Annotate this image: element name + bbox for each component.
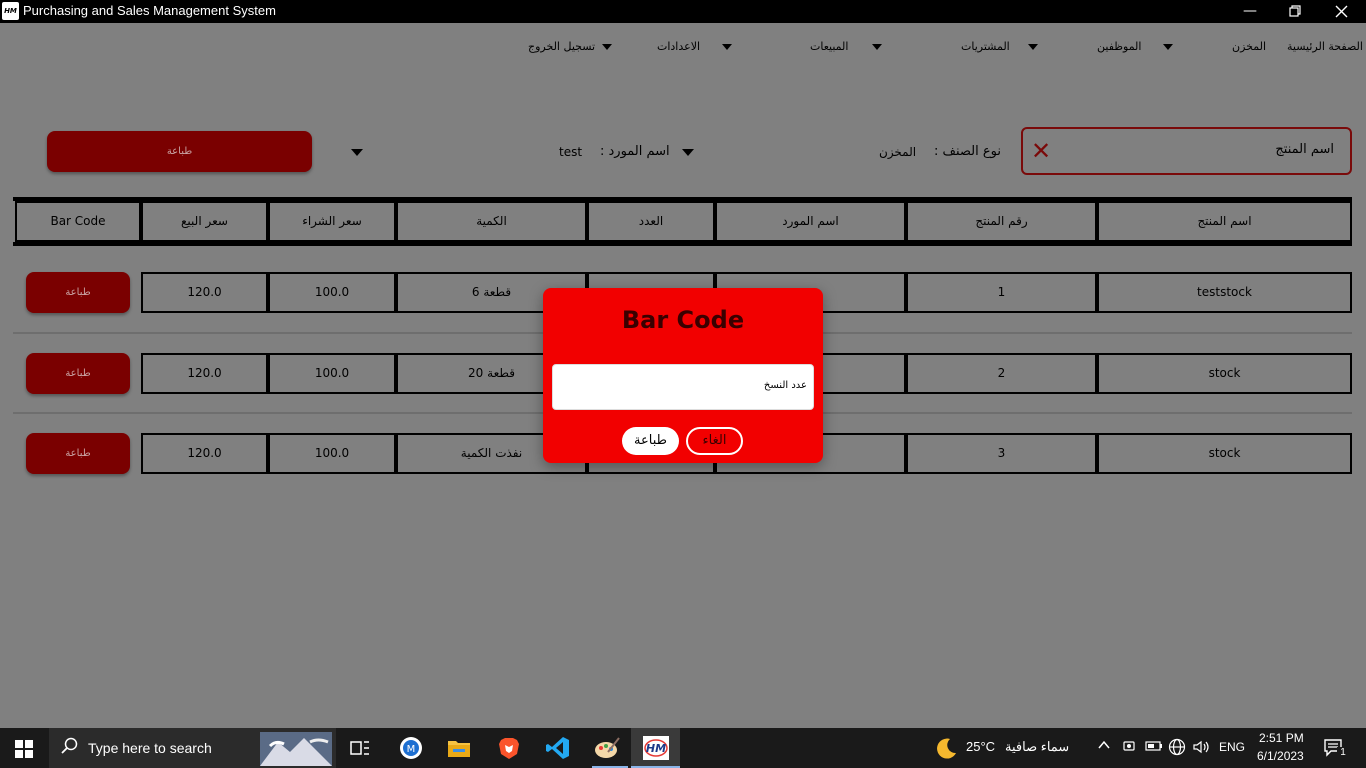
header-product-name: اسم المنتج bbox=[1097, 201, 1352, 242]
mountain-illustration-icon bbox=[260, 732, 332, 766]
volume-icon[interactable] bbox=[1192, 738, 1210, 759]
cell-product-name: teststock bbox=[1097, 272, 1352, 313]
chevron-down-icon[interactable] bbox=[1028, 44, 1038, 50]
menu-employees[interactable]: الموظفين bbox=[1097, 40, 1141, 53]
clear-icon[interactable]: ✕ bbox=[1031, 136, 1051, 166]
title-bar: HM Purchasing and Sales Management Syste… bbox=[0, 0, 1366, 23]
weather-text[interactable]: سماء صافية bbox=[1005, 739, 1069, 755]
cell-product-number: 1 bbox=[906, 272, 1097, 313]
dialog-title: Bar Code bbox=[621, 306, 745, 334]
cell-product-name: stock bbox=[1097, 433, 1352, 474]
cell-buy-price: 100.0 bbox=[268, 433, 396, 474]
windows-start-button[interactable] bbox=[15, 740, 33, 758]
menu-bar: الصفحة الرئيسية المخزن الموظفين المشتريا… bbox=[0, 23, 1366, 71]
svg-text:M: M bbox=[407, 744, 416, 755]
supplier-dropdown-icon[interactable] bbox=[682, 149, 694, 156]
temperature[interactable]: 25°C bbox=[966, 739, 995, 754]
file-explorer-icon[interactable] bbox=[447, 736, 471, 760]
paint-app-icon[interactable] bbox=[594, 736, 620, 760]
app-logo-icon: HM bbox=[2, 2, 19, 20]
header-barcode: Bar Code bbox=[15, 201, 141, 242]
search-placeholder: اسم المنتج bbox=[1275, 142, 1334, 157]
header-product-number: رقم المنتج bbox=[906, 201, 1097, 242]
search-text: Type here to search bbox=[88, 740, 212, 756]
chevron-down-icon[interactable] bbox=[1163, 44, 1173, 50]
dialog-print-button[interactable]: طباعة bbox=[622, 427, 679, 455]
cell-product-name: stock bbox=[1097, 353, 1352, 394]
category-label: نوع الصنف : bbox=[934, 144, 1001, 159]
vscode-icon[interactable] bbox=[546, 736, 570, 760]
menu-logout[interactable]: تسجيل الخروج bbox=[528, 40, 595, 53]
moon-icon bbox=[934, 736, 958, 763]
header-buy-price: سعر الشراء bbox=[268, 201, 396, 242]
menu-purchases[interactable]: المشتريات bbox=[961, 40, 1010, 53]
menu-settings[interactable]: الاعدادات bbox=[657, 40, 700, 53]
notification-count: 1 bbox=[1337, 747, 1349, 758]
close-button[interactable] bbox=[1318, 0, 1364, 23]
cell-product-number: 3 bbox=[906, 433, 1097, 474]
taskbar: Type here to search M HM 25°C سماء صافية bbox=[0, 728, 1366, 768]
cell-sell-price: 120.0 bbox=[141, 433, 268, 474]
close-icon bbox=[1335, 5, 1347, 18]
clock-date[interactable]: 6/1/2023 bbox=[1257, 749, 1304, 763]
dialog-cancel-button[interactable]: الغاء bbox=[686, 427, 743, 455]
cell-product-number: 2 bbox=[906, 353, 1097, 394]
window-title: Purchasing and Sales Management System bbox=[23, 3, 276, 18]
svg-text:HM: HM bbox=[646, 742, 666, 755]
print-button[interactable]: طباعة bbox=[47, 131, 312, 172]
restore-icon bbox=[1289, 5, 1301, 17]
cell-sell-price: 120.0 bbox=[141, 272, 268, 313]
row-print-button[interactable]: طباعة bbox=[26, 433, 130, 474]
minimize-button[interactable]: — bbox=[1227, 0, 1273, 23]
chevron-down-icon[interactable] bbox=[722, 44, 732, 50]
cell-buy-price: 100.0 bbox=[268, 272, 396, 313]
chevron-down-icon[interactable] bbox=[602, 44, 612, 50]
header-supplier: اسم المورد bbox=[715, 201, 906, 242]
brave-browser-icon[interactable] bbox=[497, 736, 521, 760]
restore-button[interactable] bbox=[1272, 0, 1318, 23]
search-icon bbox=[61, 737, 79, 759]
cell-buy-price: 100.0 bbox=[268, 353, 396, 394]
menu-sales[interactable]: المبيعات bbox=[810, 40, 848, 53]
row-print-button[interactable]: طباعة bbox=[26, 272, 130, 313]
product-search-input[interactable]: ✕ اسم المنتج bbox=[1021, 127, 1352, 175]
header-sell-price: سعر البيع bbox=[141, 201, 268, 242]
task-view-icon[interactable] bbox=[348, 736, 372, 760]
category-value: المخزن bbox=[879, 145, 917, 159]
menu-home[interactable]: الصفحة الرئيسية bbox=[1287, 40, 1363, 53]
barcode-dialog: Bar Code عدد النسخ طباعة الغاء bbox=[543, 288, 823, 463]
copies-input[interactable]: عدد النسخ bbox=[552, 364, 814, 410]
app-icon-blue-circle[interactable]: M bbox=[399, 736, 423, 760]
supplier-label: اسم المورد : bbox=[600, 144, 670, 159]
chevron-down-icon[interactable] bbox=[872, 44, 882, 50]
battery-icon[interactable] bbox=[1145, 740, 1163, 755]
network-globe-icon[interactable] bbox=[1168, 738, 1186, 759]
taskbar-search-box[interactable]: Type here to search bbox=[49, 728, 336, 768]
meet-icon[interactable] bbox=[1122, 738, 1136, 757]
menu-warehouse[interactable]: المخزن bbox=[1232, 40, 1266, 53]
language-indicator[interactable]: ENG bbox=[1219, 740, 1245, 754]
header-quantity: الكمية bbox=[396, 201, 587, 242]
print-dropdown-icon[interactable] bbox=[351, 149, 363, 156]
chevron-up-icon[interactable] bbox=[1097, 738, 1111, 755]
supplier-value[interactable]: test bbox=[559, 145, 582, 159]
hm-app-icon[interactable]: HM bbox=[643, 736, 669, 760]
header-count: العدد bbox=[587, 201, 715, 242]
cell-sell-price: 120.0 bbox=[141, 353, 268, 394]
row-print-button[interactable]: طباعة bbox=[26, 353, 130, 394]
copies-placeholder: عدد النسخ bbox=[763, 380, 807, 391]
clock-time[interactable]: 2:51 PM bbox=[1259, 731, 1304, 745]
